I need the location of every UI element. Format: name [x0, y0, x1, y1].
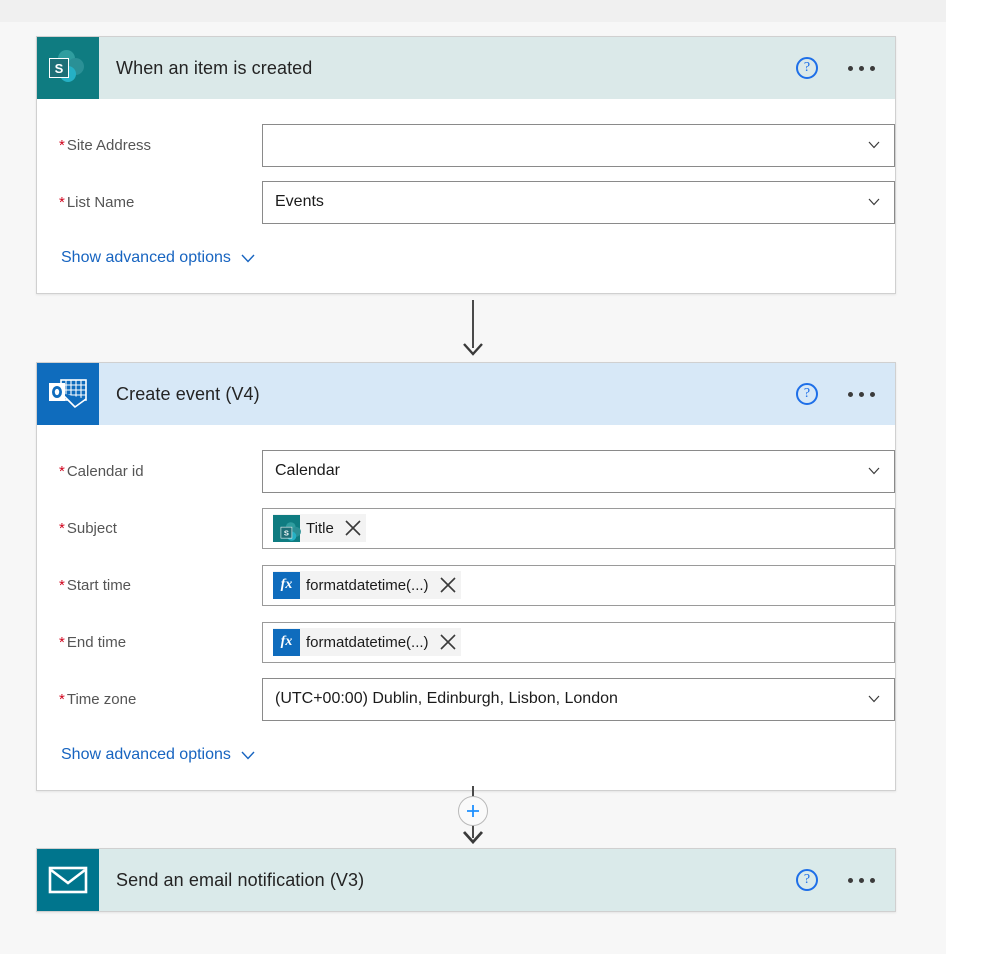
field-row-end-time: * End time fx formatdatetime(...) — [37, 618, 895, 666]
outlook-calendar-icon — [37, 363, 99, 425]
token-label: formatdatetime(...) — [306, 633, 429, 651]
required-asterisk: * — [59, 690, 65, 708]
fx-icon: fx — [273, 571, 300, 599]
card-title-trigger: When an item is created — [116, 57, 313, 78]
expression-token-end-time[interactable]: fx formatdatetime(...) — [273, 628, 461, 656]
chevron-down-icon — [868, 695, 880, 703]
top-bar-strip — [0, 0, 946, 22]
card-header-trigger[interactable]: S When an item is created ? — [37, 37, 895, 99]
chevron-down-icon — [868, 467, 880, 475]
more-options-icon[interactable] — [846, 872, 877, 889]
show-advanced-options-label: Show advanced options — [61, 746, 231, 763]
field-label-site-address: * Site Address — [59, 136, 152, 154]
add-step-button[interactable] — [458, 796, 488, 826]
connector-create-event-to-email — [0, 786, 946, 850]
flow-canvas: S When an item is created ? * Site Addres… — [0, 22, 946, 954]
card-header-actions-create-event: ? — [796, 363, 877, 425]
field-label-list-name: * List Name — [59, 193, 135, 211]
chevron-down-icon — [241, 751, 255, 760]
card-header-create-event[interactable]: Create event (V4) ? — [37, 363, 895, 425]
more-options-icon[interactable] — [846, 386, 877, 403]
close-icon[interactable] — [439, 576, 457, 594]
required-asterisk: * — [59, 462, 65, 480]
card-body-trigger: * Site Address * List Name Events Show a… — [37, 99, 895, 293]
more-options-icon[interactable] — [846, 60, 877, 77]
close-icon[interactable] — [344, 519, 362, 537]
arrow-down-icon — [462, 830, 484, 844]
flow-designer-page: S When an item is created ? * Site Addres… — [0, 0, 999, 954]
field-label-time-zone: * Time zone — [59, 690, 137, 708]
field-row-subject: * Subject S Title — [37, 504, 895, 552]
card-header-send-email[interactable]: Send an email notification (V3) ? — [37, 849, 895, 911]
sharepoint-icon: S — [37, 37, 99, 99]
flow-step-card-trigger[interactable]: S When an item is created ? * Site Addres… — [36, 36, 896, 294]
field-label-end-time: * End time — [59, 633, 127, 651]
expression-token-start-time[interactable]: fx formatdatetime(...) — [273, 571, 461, 599]
card-header-actions-trigger: ? — [796, 37, 877, 99]
field-label-calendar-id: * Calendar id — [59, 462, 144, 480]
fx-icon: fx — [273, 628, 300, 656]
show-advanced-options-trigger[interactable]: Show advanced options — [61, 249, 255, 267]
show-advanced-options-create-event[interactable]: Show advanced options — [61, 746, 255, 764]
required-asterisk: * — [59, 576, 65, 594]
arrow-down-icon — [462, 342, 484, 356]
end-time-tokenbox[interactable]: fx formatdatetime(...) — [262, 621, 895, 663]
field-row-calendar-id: * Calendar id Calendar — [37, 447, 895, 495]
card-title-create-event: Create event (V4) — [116, 383, 260, 404]
card-body-create-event: * Calendar id Calendar * Subject S Title… — [37, 425, 895, 790]
field-row-start-time: * Start time fx formatdatetime(...) — [37, 561, 895, 609]
start-time-tokenbox[interactable]: fx formatdatetime(...) — [262, 564, 895, 606]
close-icon[interactable] — [439, 633, 457, 651]
chevron-down-icon — [868, 141, 880, 149]
flow-step-card-send-email[interactable]: Send an email notification (V3) ? — [36, 848, 896, 912]
required-asterisk: * — [59, 193, 65, 211]
required-asterisk: * — [59, 633, 65, 651]
site-address-combobox[interactable] — [262, 123, 895, 167]
card-header-actions-send-email: ? — [796, 849, 877, 911]
token-label: formatdatetime(...) — [306, 576, 429, 594]
required-asterisk: * — [59, 519, 65, 537]
token-label: Title — [306, 519, 334, 537]
subject-tokenbox[interactable]: S Title — [262, 507, 895, 549]
sharepoint-icon: S — [273, 514, 301, 542]
calendar-id-value: Calendar — [275, 462, 340, 479]
field-row-list-name: * List Name Events — [37, 178, 895, 226]
field-row-site-address: * Site Address — [37, 121, 895, 169]
show-advanced-options-label: Show advanced options — [61, 249, 231, 266]
time-zone-combobox[interactable]: (UTC+00:00) Dublin, Edinburgh, Lisbon, L… — [262, 677, 895, 721]
time-zone-value: (UTC+00:00) Dublin, Edinburgh, Lisbon, L… — [275, 690, 618, 707]
field-row-time-zone: * Time zone (UTC+00:00) Dublin, Edinburgh… — [37, 675, 895, 723]
required-asterisk: * — [59, 136, 65, 154]
field-label-start-time: * Start time — [59, 576, 132, 594]
envelope-icon — [37, 849, 99, 911]
card-title-send-email: Send an email notification (V3) — [116, 869, 365, 890]
flow-step-card-create-event[interactable]: Create event (V4) ? * Calendar id Calenda… — [36, 362, 896, 791]
help-icon[interactable]: ? — [796, 869, 818, 891]
chevron-down-icon — [868, 198, 880, 206]
field-label-subject: * Subject — [59, 519, 117, 537]
connector-trigger-to-create-event — [0, 300, 946, 362]
dynamic-content-token-title[interactable]: S Title — [273, 514, 366, 542]
help-icon[interactable]: ? — [796, 57, 818, 79]
list-name-value: Events — [275, 193, 324, 210]
help-icon[interactable]: ? — [796, 383, 818, 405]
chevron-down-icon — [241, 254, 255, 263]
calendar-id-combobox[interactable]: Calendar — [262, 449, 895, 493]
list-name-combobox[interactable]: Events — [262, 180, 895, 224]
